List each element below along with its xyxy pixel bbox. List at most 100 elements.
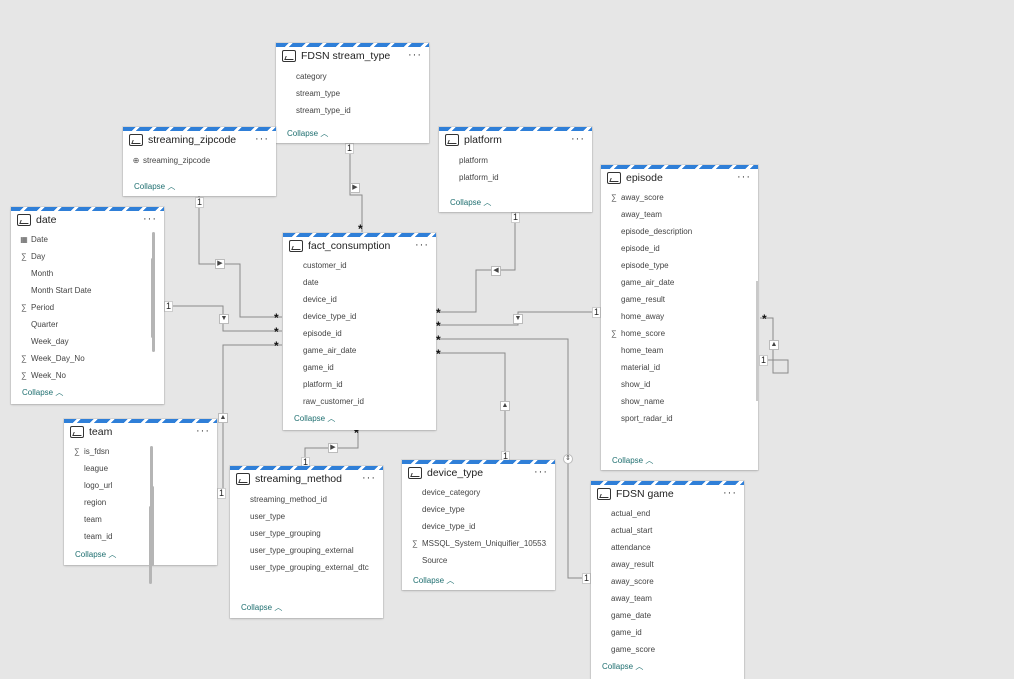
field-row[interactable]: ∑ MSSQL_System_Uniquifier_10553... — [402, 539, 547, 556]
field-row[interactable]: league — [64, 464, 209, 481]
field-row[interactable]: user_type_grouping_external_dtc — [230, 563, 375, 580]
field-row[interactable]: ∑ Week_Day_No — [11, 354, 156, 371]
collapse-button[interactable]: Collapse ︿ — [75, 549, 116, 560]
field-row[interactable]: home_team — [601, 346, 750, 363]
table-card-fact[interactable]: fact_consumption ··· customer_id date device… — [151, 233, 436, 430]
table-header[interactable]: platform ··· — [439, 131, 592, 153]
field-row[interactable]: actual_start — [591, 526, 736, 543]
field-row[interactable]: device_type_id — [283, 312, 428, 329]
field-row[interactable]: actual_end — [591, 509, 736, 526]
field-row[interactable]: device_type — [402, 505, 547, 522]
field-row[interactable]: stream_type_id — [276, 106, 421, 123]
field-row[interactable]: logo_url — [64, 481, 209, 498]
field-row[interactable]: ∑ is_fdsn — [64, 447, 209, 464]
field-row[interactable]: game_id — [283, 363, 428, 380]
collapse-button[interactable]: Collapse ︿ — [22, 387, 63, 398]
field-row[interactable]: ▦ Date — [11, 235, 156, 252]
field-row[interactable]: user_type_grouping_external — [230, 546, 375, 563]
table-card-device-type[interactable]: device_type ··· device_category device_type… — [151, 460, 555, 590]
field-row[interactable]: Quarter — [11, 320, 156, 337]
field-row[interactable]: category — [276, 72, 421, 89]
field-row[interactable]: ∑ Week_No — [11, 371, 156, 388]
field-row[interactable]: away_score — [591, 577, 736, 594]
field-row[interactable]: game_air_date — [283, 346, 428, 363]
collapse-button[interactable]: Collapse ︿ — [134, 181, 175, 192]
table-header[interactable]: date ··· — [11, 211, 164, 233]
more-options-button[interactable]: ··· — [737, 171, 751, 183]
field-row[interactable]: home_away — [601, 312, 750, 329]
scrollbar[interactable] — [149, 506, 152, 584]
field-row[interactable]: sport_radar_id — [601, 414, 750, 431]
field-row[interactable]: device_id — [283, 295, 428, 312]
scrollbar[interactable] — [151, 258, 154, 338]
collapse-button[interactable]: Collapse ︿ — [294, 413, 335, 424]
field-row[interactable]: device_category — [402, 488, 547, 505]
field-row[interactable]: game_air_date — [601, 278, 750, 295]
field-row[interactable]: platform_id — [283, 380, 428, 397]
more-options-button[interactable]: ··· — [571, 133, 585, 145]
field-row[interactable]: episode_description — [601, 227, 750, 244]
field-row[interactable]: region — [64, 498, 209, 515]
field-row[interactable]: show_name — [601, 397, 750, 414]
field-row[interactable]: game_date — [591, 611, 736, 628]
collapse-button[interactable]: Collapse ︿ — [450, 197, 491, 208]
more-options-button[interactable]: ··· — [408, 49, 422, 61]
more-options-button[interactable]: ··· — [534, 466, 548, 478]
table-header[interactable]: streaming_zipcode ··· — [123, 131, 276, 153]
more-options-button[interactable]: ··· — [143, 213, 157, 225]
field-row[interactable]: away_team — [591, 594, 736, 611]
field-row[interactable]: stream_type — [276, 89, 421, 106]
field-row[interactable]: episode_type — [601, 261, 750, 278]
collapse-button[interactable]: Collapse ︿ — [287, 128, 328, 139]
table-header[interactable]: streaming_method ··· — [230, 470, 383, 492]
table-card-streaming-method[interactable]: streaming_method ··· streaming_method_id us… — [230, 466, 383, 618]
field-row[interactable]: date — [283, 278, 428, 295]
resize-edge[interactable] — [756, 281, 758, 401]
more-options-button[interactable]: ··· — [196, 425, 210, 437]
table-card-zipcode[interactable]: streaming_zipcode ··· ⊕ streaming_zipcode Co… — [123, 127, 276, 196]
table-header[interactable]: FDSN stream_type ··· — [276, 47, 429, 69]
field-row[interactable]: platform — [439, 156, 584, 173]
collapse-button[interactable]: Collapse ︿ — [413, 575, 454, 586]
field-row[interactable]: customer_id — [283, 261, 428, 278]
table-card-episode[interactable]: episode ··· ∑ away_score away_team episode_de… — [601, 165, 758, 470]
field-row[interactable]: episode_id — [283, 329, 428, 346]
field-row[interactable]: episode_id — [601, 244, 750, 261]
field-row[interactable]: ∑ Day — [11, 252, 156, 269]
field-row[interactable]: device_type_id — [402, 522, 547, 539]
field-row[interactable]: ⊕ streaming_zipcode — [123, 156, 268, 173]
table-card-team[interactable]: team ··· ∑ is_fdsn league logo_url region team t… — [64, 419, 217, 565]
table-card-platform[interactable]: platform ··· platform platform_id Collapse ︿ — [439, 127, 592, 212]
field-row[interactable]: away_team — [601, 210, 750, 227]
field-row[interactable]: attendance — [591, 543, 736, 560]
table-header[interactable]: FDSN game ··· — [591, 485, 744, 507]
table-card-stream-type[interactable]: FDSN stream_type ··· category stream_type st… — [276, 43, 429, 143]
table-card-date[interactable]: date ··· ▦ Date ∑ Day Month Month Start Date ∑ Pe… — [11, 207, 164, 404]
field-row[interactable]: Week_day — [11, 337, 156, 354]
field-row[interactable]: team_id — [64, 532, 209, 549]
table-header[interactable]: device_type ··· — [402, 464, 555, 486]
field-row[interactable]: game_result — [601, 295, 750, 312]
field-row[interactable]: Source — [402, 556, 547, 573]
field-row[interactable]: user_type — [230, 512, 375, 529]
field-row[interactable]: show_id — [601, 380, 750, 397]
more-options-button[interactable]: ··· — [415, 239, 429, 251]
field-row[interactable]: game_score — [591, 645, 736, 662]
field-row[interactable]: raw_customer_id — [283, 397, 428, 414]
collapse-button[interactable]: Collapse ︿ — [612, 455, 653, 466]
field-row[interactable]: away_result — [591, 560, 736, 577]
field-row[interactable]: Month — [11, 269, 156, 286]
field-row[interactable]: ∑ away_score — [601, 193, 750, 210]
field-row[interactable]: platform_id — [439, 173, 584, 190]
field-row[interactable]: ∑ Period — [11, 303, 156, 320]
field-row[interactable]: game_id — [591, 628, 736, 645]
more-options-button[interactable]: ··· — [255, 133, 269, 145]
field-row[interactable]: ∑ home_score — [601, 329, 750, 346]
field-row[interactable]: streaming_method_id — [230, 495, 375, 512]
table-card-game[interactable]: FDSN game ··· actual_end actual_start attend… — [149, 481, 744, 679]
field-row[interactable]: Month Start Date — [11, 286, 156, 303]
field-row[interactable]: team — [64, 515, 209, 532]
collapse-button[interactable]: Collapse ︿ — [602, 661, 643, 672]
collapse-button[interactable]: Collapse ︿ — [241, 602, 282, 613]
more-options-button[interactable]: ··· — [362, 472, 376, 484]
